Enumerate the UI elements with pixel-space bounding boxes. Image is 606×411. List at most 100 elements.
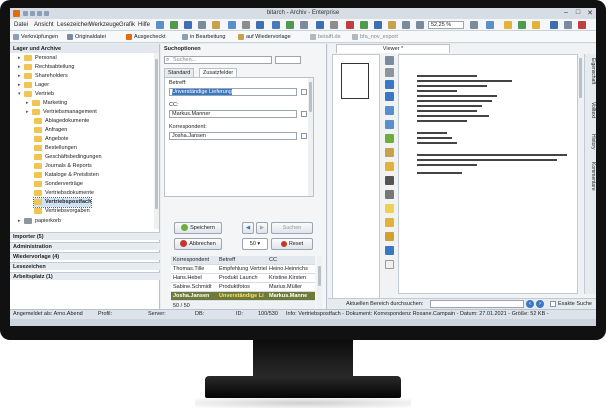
mail-icon[interactable]: [272, 21, 280, 29]
attach-icon[interactable]: [212, 21, 220, 29]
side-tab-kommentare[interactable]: Kommentare: [586, 162, 596, 191]
exact-search-checkbox[interactable]: [550, 301, 556, 307]
side-tab-eigenschaft[interactable]: Eigenschaft: [586, 58, 596, 84]
section-administration[interactable]: Administration: [10, 242, 160, 250]
filter-export[interactable]: bfa_nov_export: [352, 33, 398, 41]
menu-grafik[interactable]: Grafik: [119, 22, 135, 28]
scan-icon[interactable]: [228, 21, 236, 29]
table-row[interactable]: Hans.Hebel Produkt Launch Kristine.Kirst…: [171, 274, 315, 283]
note-icon[interactable]: [385, 204, 394, 213]
stamp-yellow-icon[interactable]: [385, 148, 394, 157]
tree-item-vertriebsvorgaben[interactable]: Vertriebsvorgaben: [34, 207, 90, 216]
tab-zusatzfelder[interactable]: Zusatzfelder: [199, 68, 238, 77]
line-icon[interactable]: [385, 246, 394, 255]
menu-ansicht[interactable]: Ansicht: [34, 22, 54, 28]
tree-item-vertriebsdokumente[interactable]: Vertriebsdokumente: [34, 189, 94, 198]
menu-lesezeichen[interactable]: Lesezeichen: [57, 22, 91, 28]
tree-item-angebote[interactable]: Angebote: [34, 135, 69, 144]
find-input[interactable]: [430, 300, 524, 308]
section-wiedervorlage[interactable]: Wiedervorlage (4): [10, 252, 160, 260]
tree-item-marketing[interactable]: ▸ Marketing: [26, 99, 67, 108]
zoom-out-icon[interactable]: [416, 21, 424, 29]
tree-item-rechtsabteilung[interactable]: ▸ Rechtsabteilung: [18, 63, 74, 72]
document-icon[interactable]: [156, 21, 164, 29]
cursor-icon[interactable]: [385, 80, 394, 89]
results-scrollbar[interactable]: [317, 256, 322, 310]
save-icon[interactable]: [256, 21, 264, 29]
lock-icon[interactable]: [385, 68, 394, 77]
tree-item-anfragen[interactable]: Anfragen: [34, 126, 67, 135]
filter-in-progress[interactable]: in Bearbeitung: [182, 33, 225, 41]
forward-button[interactable]: ▶: [256, 222, 268, 234]
back-button[interactable]: ◀: [242, 222, 254, 234]
refresh-icon[interactable]: [170, 21, 178, 29]
table-row-selected[interactable]: Josha.Jansen Unverständige Li Markus.Man…: [171, 292, 315, 301]
stamp-blue-icon[interactable]: [385, 106, 394, 115]
menu-werkzeuge[interactable]: Werkzeuge: [89, 22, 119, 28]
section-importer[interactable]: Importer (5): [10, 232, 160, 240]
settings-icon[interactable]: [330, 21, 338, 29]
move-icon[interactable]: [385, 92, 394, 101]
tree-item-lager[interactable]: ▸ Lager: [18, 81, 49, 90]
fields-scrollbar[interactable]: [308, 78, 313, 196]
highlighter-icon[interactable]: [385, 218, 394, 227]
barcode-icon[interactable]: [385, 176, 394, 185]
maximize-icon[interactable]: □: [574, 9, 582, 17]
pen-icon[interactable]: [385, 232, 394, 241]
window-icon[interactable]: [316, 21, 324, 29]
rotate-icon[interactable]: [486, 21, 494, 29]
betreff-field[interactable]: Unverständige Lieferung: [169, 88, 297, 96]
cc-field[interactable]: Markus.Manner: [169, 110, 297, 118]
section-arbeitsplatz[interactable]: Arbeitsplatz (1): [10, 272, 160, 280]
filter-original[interactable]: Originaldatei: [67, 33, 106, 41]
close-icon[interactable]: ✕: [586, 9, 594, 17]
folder-open-icon[interactable]: [504, 21, 512, 29]
help-icon[interactable]: [550, 21, 558, 29]
stamp-orange-icon[interactable]: [385, 162, 394, 171]
viewer-scrollbar[interactable]: [578, 54, 583, 294]
bookmark-icon[interactable]: [388, 21, 396, 29]
tab-standard[interactable]: Standard: [164, 68, 195, 77]
user-icon[interactable]: [518, 21, 526, 29]
tree-item-kataloge[interactable]: Kataloge & Preislisten: [34, 171, 99, 180]
star-icon[interactable]: [532, 21, 540, 29]
betreff-checkbox[interactable]: [301, 89, 307, 95]
stamp-icon[interactable]: [385, 56, 394, 65]
grid-icon[interactable]: [184, 21, 192, 29]
search-scope-input[interactable]: [275, 56, 301, 64]
search-button[interactable]: Suchen: [271, 222, 313, 234]
rectangle-icon[interactable]: [385, 260, 394, 269]
list-icon[interactable]: [198, 21, 206, 29]
tree-item-sondervertraege[interactable]: Sonderverträge: [34, 180, 83, 189]
result-count-select[interactable]: 50 ▾: [242, 238, 268, 250]
stamp-blue-2-icon[interactable]: [385, 120, 394, 129]
print-icon[interactable]: [242, 21, 250, 29]
check-icon[interactable]: [360, 21, 368, 29]
filter-resubmission[interactable]: auf Wiedervorlage: [238, 33, 291, 41]
export-icon[interactable]: [286, 21, 294, 29]
tree-item-vertrieb[interactable]: ▾ Vertrieb: [18, 90, 54, 99]
minimize-icon[interactable]: –: [562, 9, 570, 17]
side-tab-volltext[interactable]: Volltext: [586, 102, 596, 118]
page-thumbnail[interactable]: [341, 63, 369, 99]
cancel-button[interactable]: Abbrechen: [174, 238, 222, 250]
save-search-button[interactable]: Speichern: [174, 222, 222, 234]
filter-betaift[interactable]: betaift.de: [310, 33, 341, 41]
no-entry-icon[interactable]: [346, 21, 354, 29]
tree-item-papierkorb[interactable]: ▸ papierkorb: [18, 217, 61, 226]
korrespondent-field[interactable]: Josha.Jansen: [169, 132, 297, 140]
menu-datei[interactable]: Datei: [14, 22, 28, 28]
fit-width-icon[interactable]: [470, 21, 478, 29]
section-lesezeichen[interactable]: Lesezeichen: [10, 262, 160, 270]
text-icon[interactable]: [385, 190, 394, 199]
korrespondent-checkbox[interactable]: [301, 133, 307, 139]
table-row[interactable]: Thomas.Tille Empfehlung Vertriel Heino.H…: [171, 265, 315, 274]
tree-item-ablagedokumente[interactable]: Ablagedokumente: [34, 117, 89, 126]
zoom-in-icon[interactable]: [402, 21, 410, 29]
tree-item-bestellungen[interactable]: Bestellungen: [34, 144, 77, 153]
find-prev-icon[interactable]: ‹: [526, 300, 534, 308]
tree-item-personal[interactable]: ▸ Personal: [18, 54, 57, 63]
cc-checkbox[interactable]: [301, 111, 307, 117]
viewer-tab[interactable]: Viewer *: [336, 44, 450, 53]
tree-item-shareholders[interactable]: ▸ Shareholders: [18, 72, 68, 81]
